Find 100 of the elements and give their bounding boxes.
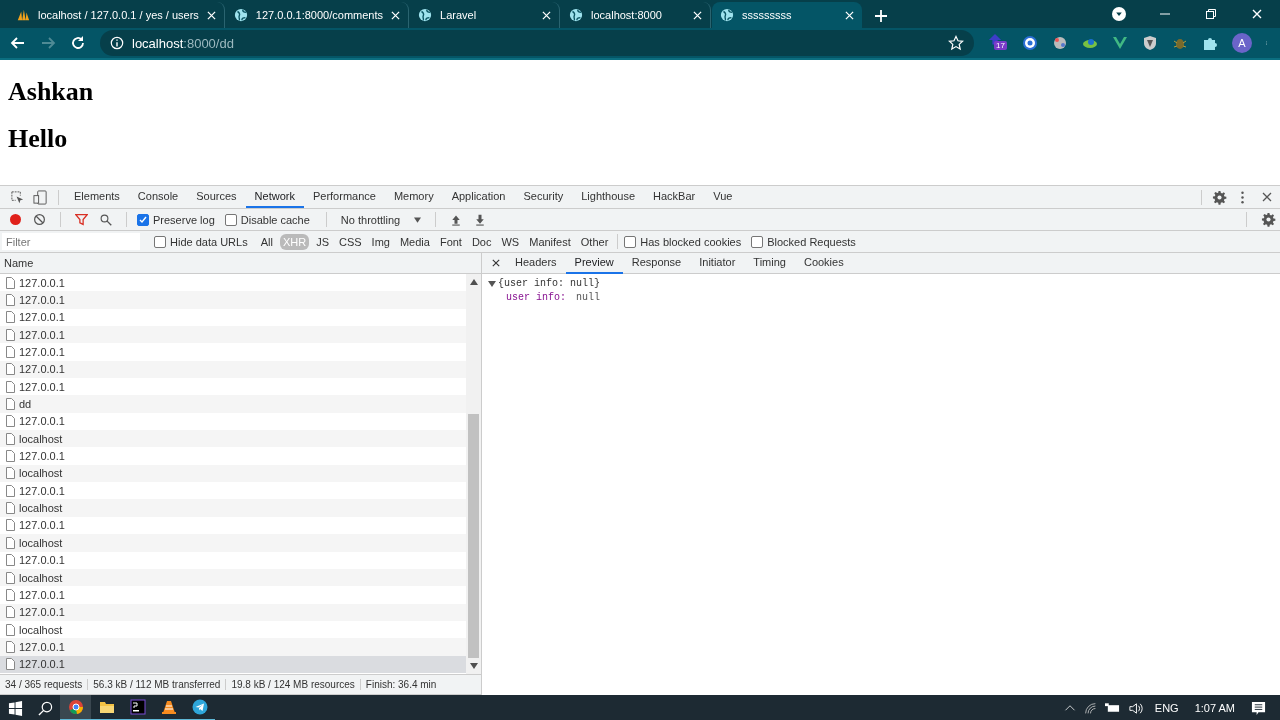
request-row[interactable]: 127.0.0.1 bbox=[0, 326, 466, 344]
detail-tab[interactable]: Response bbox=[622, 252, 691, 274]
globe-icon bbox=[720, 8, 734, 22]
devtools-tab[interactable]: HackBar bbox=[644, 186, 705, 208]
new-tab-icon[interactable] bbox=[873, 8, 889, 24]
battery-icon[interactable] bbox=[1104, 703, 1120, 713]
clock[interactable]: 1:07 AM bbox=[1194, 702, 1235, 714]
filter-field[interactable]: Filter bbox=[2, 233, 140, 250]
type-filter-button[interactable]: Other bbox=[577, 233, 612, 250]
throttling-dropdown[interactable]: No throttling bbox=[336, 213, 426, 226]
detail-tab[interactable]: Preview bbox=[565, 252, 623, 274]
scroll-down-icon[interactable] bbox=[469, 662, 478, 670]
devtools-tab[interactable]: Sources bbox=[187, 186, 246, 208]
extension-icon[interactable] bbox=[1022, 35, 1038, 51]
extension-icon[interactable] bbox=[1052, 35, 1068, 51]
settings-icon[interactable] bbox=[1261, 212, 1276, 227]
browser-tab[interactable]: sssssssss bbox=[712, 2, 862, 28]
notification-icon[interactable] bbox=[1251, 700, 1266, 716]
info-icon[interactable] bbox=[110, 36, 124, 50]
type-filter-button[interactable]: Manifest bbox=[526, 233, 574, 250]
devtools-tab[interactable]: Lighthouse bbox=[572, 186, 645, 208]
close-icon[interactable] bbox=[1262, 192, 1272, 202]
disable-cache-checkbox[interactable] bbox=[224, 213, 237, 226]
request-row[interactable]: dd bbox=[0, 395, 466, 413]
request-row[interactable]: localhost bbox=[0, 430, 466, 448]
request-row[interactable]: 127.0.0.1 bbox=[0, 638, 466, 656]
wifi-icon[interactable] bbox=[1083, 701, 1097, 715]
search-icon[interactable] bbox=[100, 213, 112, 226]
devtools-tab[interactable]: Vue bbox=[704, 186, 742, 208]
request-row[interactable]: 127.0.0.1 bbox=[0, 360, 466, 379]
detail-tab[interactable]: Cookies bbox=[794, 252, 853, 274]
request-row[interactable]: 127.0.0.1 bbox=[0, 482, 466, 500]
type-filter-button[interactable]: Media bbox=[396, 233, 433, 250]
settings-icon[interactable] bbox=[1212, 189, 1227, 205]
hide-data-urls-checkbox[interactable] bbox=[154, 235, 166, 248]
request-row[interactable]: 127.0.0.1 bbox=[0, 378, 466, 396]
request-row[interactable]: 127.0.0.1 bbox=[0, 343, 466, 361]
device-icon[interactable] bbox=[33, 189, 48, 205]
devtools-tab[interactable]: Application bbox=[442, 186, 515, 208]
request-row[interactable]: localhost bbox=[0, 464, 466, 483]
search-icon[interactable] bbox=[37, 700, 53, 716]
record-button[interactable] bbox=[10, 214, 21, 225]
tab-search-icon[interactable] bbox=[1112, 7, 1126, 21]
type-filter-button[interactable]: JS bbox=[313, 233, 332, 250]
back-icon[interactable] bbox=[10, 35, 26, 51]
puzzle-icon[interactable] bbox=[1202, 35, 1218, 51]
devtools-tab[interactable]: Console bbox=[128, 186, 188, 208]
scrollbar-thumb[interactable] bbox=[468, 414, 479, 658]
download-icon[interactable] bbox=[474, 213, 487, 226]
shield-icon[interactable] bbox=[1142, 35, 1158, 51]
language-indicator[interactable]: ENG bbox=[1154, 702, 1179, 714]
devtools-tab[interactable]: Memory bbox=[384, 186, 443, 208]
request-row[interactable]: localhost bbox=[0, 534, 466, 552]
clear-icon[interactable] bbox=[33, 213, 46, 226]
close-icon[interactable] bbox=[492, 259, 500, 267]
request-row[interactable]: 127.0.0.1 bbox=[0, 447, 466, 465]
request-row[interactable]: 127.0.0.1 bbox=[0, 516, 466, 535]
request-row[interactable]: 127.0.0.1 bbox=[0, 551, 466, 569]
detail-tab[interactable]: Headers bbox=[506, 252, 566, 274]
type-filter-button[interactable]: Img bbox=[368, 233, 393, 250]
type-filter-button[interactable]: All bbox=[257, 233, 276, 250]
type-filter-button[interactable]: CSS bbox=[335, 233, 365, 250]
reload-icon[interactable] bbox=[70, 35, 86, 51]
devtools-tab[interactable]: Elements bbox=[65, 186, 129, 208]
volume-icon[interactable] bbox=[1127, 700, 1143, 716]
column-header[interactable]: Name bbox=[4, 257, 34, 269]
restore-icon[interactable] bbox=[1206, 9, 1216, 19]
avatar[interactable]: A bbox=[1232, 33, 1252, 53]
expand-toggle-icon[interactable] bbox=[488, 279, 496, 288]
status-text: 34 / 365 requests bbox=[0, 679, 89, 690]
request-row[interactable]: 127.0.0.1 bbox=[0, 586, 466, 604]
type-filter-button[interactable]: WS bbox=[498, 233, 523, 250]
page-heading: Hello bbox=[8, 122, 68, 154]
request-row[interactable]: 127.0.0.1 bbox=[0, 291, 466, 309]
preserve-log-checkbox[interactable] bbox=[137, 213, 149, 226]
blocked-requests-checkbox[interactable] bbox=[751, 235, 764, 248]
request-row[interactable]: localhost bbox=[0, 620, 466, 639]
request-row[interactable]: 127.0.0.1 bbox=[0, 412, 466, 431]
filter-icon[interactable] bbox=[75, 213, 88, 226]
type-filter-button[interactable]: Doc bbox=[468, 233, 495, 250]
devtools-tab[interactable]: Network bbox=[245, 186, 304, 208]
devtools-tab[interactable]: Performance bbox=[303, 186, 385, 208]
type-filter-button[interactable]: Font bbox=[436, 233, 465, 250]
address-bar[interactable]: localhost:8000/dd bbox=[100, 30, 974, 56]
star-icon[interactable] bbox=[948, 35, 964, 51]
inspect-icon[interactable] bbox=[10, 189, 25, 205]
blocked-cookies-checkbox[interactable] bbox=[624, 235, 637, 248]
request-row[interactable]: 127.0.0.1 bbox=[0, 274, 466, 292]
scroll-up-icon[interactable] bbox=[469, 278, 478, 286]
request-row[interactable]: localhost bbox=[0, 499, 466, 517]
windows-icon[interactable] bbox=[7, 700, 23, 716]
request-row[interactable]: localhost bbox=[0, 568, 466, 587]
vue-icon[interactable] bbox=[1112, 35, 1128, 51]
request-row[interactable]: 127.0.0.1 bbox=[0, 603, 466, 621]
request-row[interactable]: 127.0.0.1 bbox=[0, 308, 466, 327]
detail-tab[interactable]: Initiator bbox=[690, 252, 745, 274]
taskbar-app[interactable] bbox=[60, 695, 91, 720]
devtools-tab[interactable]: Security bbox=[514, 186, 573, 208]
upload-icon[interactable] bbox=[450, 213, 463, 226]
detail-tab[interactable]: Timing bbox=[744, 252, 795, 274]
